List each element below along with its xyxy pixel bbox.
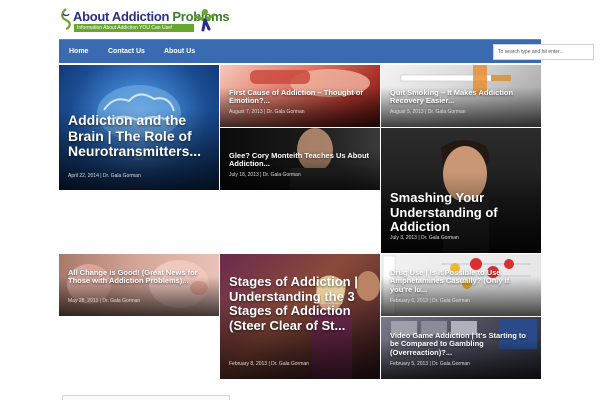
post-meta: April 22, 2014 | Dr. Gala Gorman bbox=[68, 173, 141, 179]
site-logo[interactable]: About Addiction Problems Information Abo… bbox=[60, 6, 230, 34]
nav-contact-us[interactable]: Contact Us bbox=[108, 40, 145, 64]
post-meta: July 18, 2013 | Dr. Gala Gorman bbox=[229, 172, 301, 178]
post-meta: May 28, 2013 | Dr. Gala Gorman bbox=[68, 298, 141, 304]
bottom-widget bbox=[62, 395, 230, 400]
post-meta: August 7, 2013 | Dr. Gala Gorman bbox=[229, 109, 305, 115]
post-meta: July 3, 2013 | Dr. Gala Gorman bbox=[390, 235, 459, 241]
post-tile-smashing[interactable]: Smashing Your Understanding of Addiction… bbox=[381, 128, 541, 253]
logo-figure-icon bbox=[194, 9, 216, 32]
post-tile-glee[interactable]: Glee? Cory Monteith Teaches Us About Add… bbox=[220, 128, 380, 190]
nav-about-us[interactable]: About Us bbox=[164, 40, 195, 64]
main-nav: Home Contact Us About Us bbox=[59, 39, 594, 64]
post-tile-stages[interactable]: Stages of Addiction | Understanding the … bbox=[220, 254, 380, 379]
logo-tagline: Information About Addiction YOU Can Use! bbox=[74, 24, 194, 32]
post-meta: February 5, 2013 | Dr. Gala Gorman bbox=[390, 361, 470, 367]
post-tile-brain[interactable]: Addiction and the Brain | The Role of Ne… bbox=[59, 65, 219, 190]
nav-home[interactable]: Home bbox=[69, 40, 88, 64]
post-title[interactable]: Drug Use | Is It Possible to Use Ampheta… bbox=[390, 268, 533, 294]
post-meta: February 6, 2013 | Dr. Gala Gorman bbox=[390, 298, 470, 304]
post-meta: August 5, 2013 | Dr. Gala Gorman bbox=[390, 109, 466, 115]
post-meta: February 8, 2013 | Dr. Gala Gorman bbox=[229, 361, 309, 367]
search-input[interactable] bbox=[493, 44, 594, 60]
post-title[interactable]: Glee? Cory Monteith Teaches Us About Add… bbox=[229, 151, 372, 169]
post-title[interactable]: Smashing Your Understanding of Addiction bbox=[390, 190, 533, 235]
post-title[interactable]: First Cause of Addiction – Thought or Em… bbox=[229, 88, 372, 106]
post-title[interactable]: Quit Smoking – It Makes Addiction Recove… bbox=[390, 88, 533, 106]
post-tile-first-cause[interactable]: First Cause of Addiction – Thought or Em… bbox=[220, 65, 380, 127]
post-title[interactable]: Video Game Addiction | It's Starting to … bbox=[390, 331, 533, 357]
logo-swirl-icon bbox=[61, 8, 71, 30]
post-title[interactable]: Addiction and the Brain | The Role of Ne… bbox=[68, 112, 211, 160]
post-title[interactable]: Stages of Addiction | Understanding the … bbox=[229, 274, 372, 333]
post-tile-drug-use[interactable]: Drug Use | Is It Possible to Use Ampheta… bbox=[381, 254, 541, 316]
post-title[interactable]: All Change is Good! (Great News for Thos… bbox=[68, 268, 211, 286]
post-tile-video-game[interactable]: Video Game Addiction | It's Starting to … bbox=[381, 317, 541, 379]
post-tile-all-change[interactable]: All Change is Good! (Great News for Thos… bbox=[59, 254, 219, 316]
post-tile-quit-smoking[interactable]: Quit Smoking – It Makes Addiction Recove… bbox=[381, 65, 541, 127]
